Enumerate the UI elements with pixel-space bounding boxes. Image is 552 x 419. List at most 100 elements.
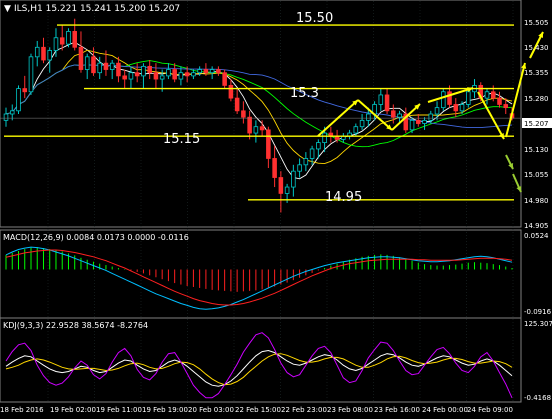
time-tick: 19 Feb 02:00 bbox=[50, 406, 96, 414]
candle-body bbox=[409, 119, 415, 131]
candle-body bbox=[297, 164, 302, 172]
candle-body bbox=[103, 62, 109, 70]
time-tick: 19 Feb 11:00 bbox=[96, 406, 142, 414]
macd-tick: 0.0524 bbox=[524, 232, 549, 240]
current-price-label: 15.207 bbox=[524, 120, 549, 128]
candle-body bbox=[53, 37, 59, 51]
candle-body bbox=[66, 31, 71, 45]
candle-body bbox=[253, 126, 259, 134]
candle-body bbox=[272, 158, 277, 178]
level-label-15-15: 15.15 bbox=[163, 132, 200, 147]
candle-body bbox=[428, 113, 434, 121]
candle-body bbox=[222, 72, 227, 86]
time-tick: 24 Feb 09:00 bbox=[467, 406, 513, 414]
candle-body bbox=[209, 69, 215, 74]
candle-body bbox=[122, 75, 127, 80]
candle-body bbox=[391, 110, 396, 118]
candle-body bbox=[72, 31, 77, 48]
candle-body bbox=[503, 104, 509, 109]
candle-body bbox=[316, 142, 321, 150]
candle-body bbox=[59, 37, 65, 45]
candle-body bbox=[309, 148, 315, 159]
level-label-15-3: 15.3 bbox=[290, 86, 319, 101]
candle-body bbox=[216, 69, 221, 74]
candle-body bbox=[78, 46, 84, 70]
price-tick: 14.905 bbox=[524, 222, 549, 230]
candle-body bbox=[459, 104, 465, 112]
candle-body bbox=[109, 62, 115, 70]
candle-body bbox=[447, 91, 452, 105]
candle-body bbox=[228, 85, 234, 99]
level-label-15-50: 15.50 bbox=[296, 11, 333, 26]
candle-body bbox=[184, 72, 190, 77]
level-label-14-95: 14.95 bbox=[325, 190, 362, 205]
candle-body bbox=[128, 72, 134, 80]
candle-body bbox=[41, 46, 46, 61]
candle-body bbox=[197, 69, 202, 74]
macd-tick: -0.0916 bbox=[524, 308, 552, 316]
candle-body bbox=[153, 72, 159, 80]
candle-body bbox=[416, 119, 421, 124]
candle-body bbox=[484, 91, 490, 99]
price-tick: 15.430 bbox=[524, 44, 549, 52]
time-tick: 23 Feb 16:00 bbox=[374, 406, 420, 414]
symbol-label: ILS,H1 15.221 15.241 15.200 15.207 bbox=[14, 4, 180, 14]
candle-body bbox=[465, 91, 471, 105]
candle-body bbox=[284, 186, 290, 194]
candle-body bbox=[97, 62, 102, 74]
candle-body bbox=[266, 129, 271, 159]
price-tick: 15.055 bbox=[524, 171, 549, 179]
candle-body bbox=[497, 97, 502, 105]
candle-body bbox=[303, 158, 309, 166]
price-tick: 14.980 bbox=[524, 197, 549, 205]
candle-body bbox=[384, 94, 390, 112]
candle-body bbox=[278, 177, 284, 194]
price-tick: 15.130 bbox=[524, 146, 549, 154]
time-tick: 22 Feb 23:00 bbox=[281, 406, 327, 414]
candle-body bbox=[191, 72, 196, 77]
candle-body bbox=[234, 97, 240, 112]
time-tick: 18 Feb 2016 bbox=[0, 406, 44, 414]
candle-body bbox=[134, 72, 140, 77]
candle-body bbox=[34, 46, 40, 58]
candle-body bbox=[322, 132, 327, 143]
candle-body bbox=[147, 65, 152, 74]
candle-body bbox=[353, 126, 359, 134]
time-tick: 23 Feb 08:00 bbox=[327, 406, 373, 414]
candle-body bbox=[16, 88, 21, 112]
candle-body bbox=[434, 107, 440, 115]
forex-chart: ▼ ILS,H1 15.221 15.241 15.200 15.207 MAC… bbox=[0, 0, 552, 419]
candle-body bbox=[490, 91, 496, 99]
candle-body bbox=[22, 88, 28, 93]
candle-body bbox=[91, 56, 96, 74]
candle-body bbox=[3, 113, 9, 121]
candle-body bbox=[172, 69, 177, 80]
candle-body bbox=[166, 69, 171, 77]
candle-body bbox=[9, 110, 15, 115]
price-tick: 15.505 bbox=[524, 19, 549, 27]
kdj-tick: 125.3072 bbox=[524, 320, 552, 328]
candle-body bbox=[441, 91, 446, 109]
candle-body bbox=[359, 119, 365, 128]
candle-body bbox=[291, 170, 296, 188]
candle-body bbox=[397, 113, 402, 118]
time-tick: 22 Feb 15:00 bbox=[235, 406, 281, 414]
macd-label: MACD(12,26,9) 0.0084 0.0173 0.0000 -0.01… bbox=[3, 233, 189, 242]
candle-body bbox=[378, 94, 384, 105]
candle-body bbox=[84, 56, 90, 70]
candle-body bbox=[422, 119, 427, 124]
kdj-tick: -0.4168 bbox=[524, 394, 551, 402]
candle-body bbox=[159, 75, 165, 80]
candle-body bbox=[453, 104, 459, 112]
kdj-label: KDJ(9,3,3) 22.9528 38.5674 -8.2764 bbox=[3, 321, 148, 330]
time-tick: 24 Feb 00:00 bbox=[422, 406, 468, 414]
time-tick: 20 Feb 03:00 bbox=[188, 406, 234, 414]
candle-body bbox=[203, 69, 209, 74]
price-tick: 15.280 bbox=[524, 95, 549, 103]
time-tick: 19 Feb 19:00 bbox=[142, 406, 188, 414]
candle-body bbox=[116, 62, 121, 77]
price-tick: 15.355 bbox=[524, 69, 549, 77]
candle-body bbox=[28, 56, 34, 93]
candle-body bbox=[259, 126, 265, 131]
collapse-triangle-icon[interactable]: ▼ bbox=[4, 4, 11, 14]
